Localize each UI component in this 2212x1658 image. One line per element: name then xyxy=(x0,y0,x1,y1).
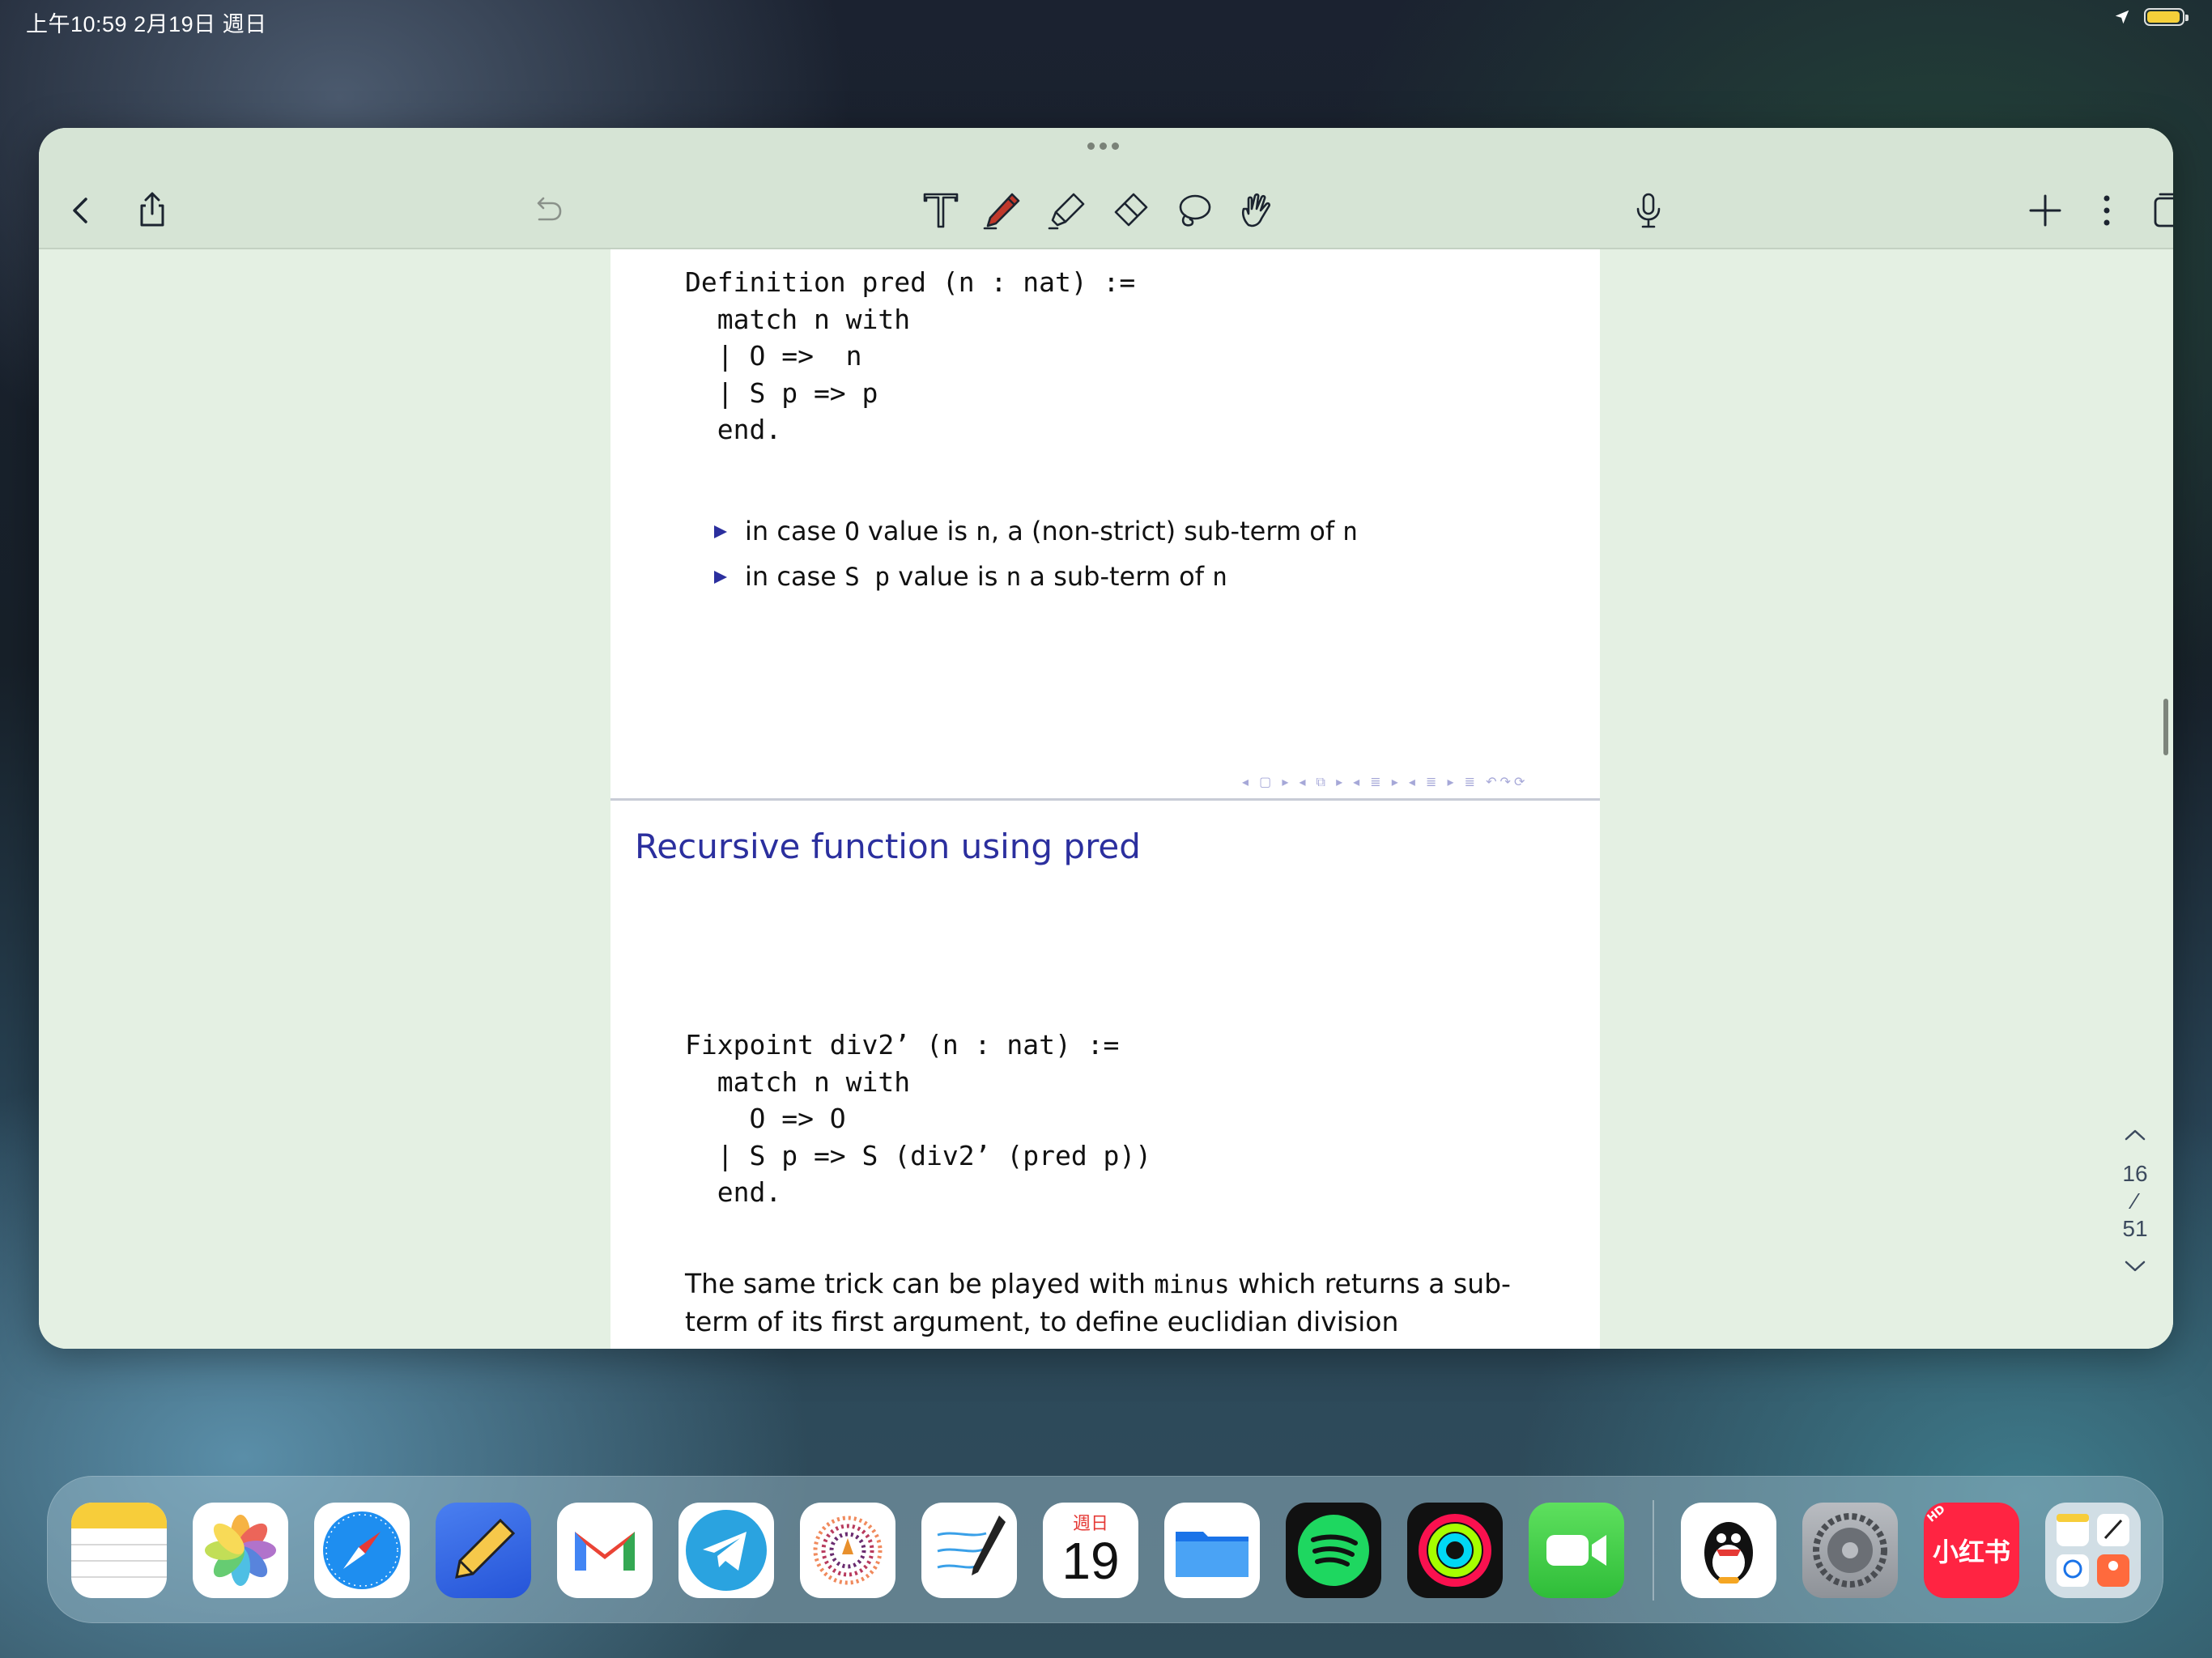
text-tool-icon[interactable] xyxy=(917,186,965,235)
page-navigator: 16 ⁄ 51 xyxy=(2107,1112,2163,1291)
bullet-item: in case S p value is n a sub-term of n xyxy=(714,554,1358,599)
telegram-app-icon[interactable] xyxy=(678,1503,774,1598)
lasso-icon[interactable] xyxy=(1169,186,1218,235)
scrollbar-thumb[interactable] xyxy=(2163,699,2168,755)
microphone-icon[interactable] xyxy=(1624,186,1673,235)
xiaohongshu-label: 小红书 xyxy=(1932,1537,2010,1567)
notes-app-icon[interactable] xyxy=(71,1503,167,1598)
xiaohongshu-app-icon[interactable]: 小红书 HD xyxy=(1924,1503,2019,1598)
code-line: end. xyxy=(685,1176,782,1208)
previous-page-button[interactable] xyxy=(2107,1112,2163,1160)
pdf-page[interactable]: Definition pred (n : nat) := match n wit… xyxy=(610,249,1600,1349)
facetime-app-icon[interactable] xyxy=(1529,1503,1624,1598)
more-icon[interactable] xyxy=(2082,186,2131,235)
qq-app-icon[interactable] xyxy=(1681,1503,1776,1598)
code-line: match n with xyxy=(685,1065,911,1098)
hd-badge: HD xyxy=(1925,1503,1948,1525)
files-app-icon[interactable] xyxy=(1164,1503,1260,1598)
slide-title: Recursive function using pred xyxy=(635,827,1141,866)
div2-fixpoint-code: Fixpoint div2’ (n : nat) := match n with… xyxy=(685,1027,1151,1211)
pred-definition-code: Definition pred (n : nat) := match n wit… xyxy=(685,264,1135,449)
status-indicators xyxy=(2113,8,2189,26)
code-line: | S p => p xyxy=(685,376,878,409)
beamer-navigation-symbols[interactable]: ◂ ▢ ▸ ◂ ⧉ ▸ ◂ ≣ ▸ ◂ ≣ ▸ ≣ ↶↷⟳ xyxy=(1242,774,1528,790)
undo-icon[interactable] xyxy=(523,186,572,235)
pages-icon[interactable] xyxy=(2144,186,2173,235)
code-line: match n with xyxy=(685,303,911,335)
hand-tool-icon[interactable] xyxy=(1232,186,1281,235)
current-page-number: 16 xyxy=(2122,1161,2148,1186)
calendar-app-icon[interactable]: 週日 19 xyxy=(1043,1503,1138,1598)
photos-app-icon[interactable] xyxy=(193,1503,288,1598)
code-line: O => O xyxy=(685,1103,846,1134)
body-paragraph: The same trick can be played with minus … xyxy=(685,1268,1511,1337)
toolbar xyxy=(39,128,2173,249)
location-arrow-icon xyxy=(2115,10,2129,24)
code-line: end. xyxy=(685,414,782,445)
total-page-count: 51 xyxy=(2122,1216,2148,1241)
document-canvas[interactable]: Definition pred (n : nat) := match n wit… xyxy=(39,249,2173,1349)
bullet-item: in case O value is n, a (non-strict) sub… xyxy=(714,508,1358,554)
code-line: Definition pred (n : nat) := xyxy=(685,266,1136,298)
safari-app-icon[interactable] xyxy=(314,1503,410,1598)
status-time-date: 上午10:59 2月19日 週日 xyxy=(26,12,267,36)
eraser-icon[interactable] xyxy=(1106,186,1155,235)
battery-icon xyxy=(2144,8,2189,26)
dock: 週日 19 小红书 HD xyxy=(47,1476,2163,1623)
highlighter-icon[interactable] xyxy=(1043,186,1091,235)
app-library-icon[interactable] xyxy=(2045,1503,2141,1598)
fitness-app-icon[interactable] xyxy=(1407,1503,1503,1598)
code-line: | S p => S (div2’ (pred p)) xyxy=(685,1139,1152,1171)
page-separator: ⁄ xyxy=(2133,1188,2138,1214)
code-line: | O => n xyxy=(685,340,862,372)
creative-app-icon[interactable] xyxy=(800,1503,895,1598)
status-bar: 上午10:59 2月19日 週日 xyxy=(0,0,2212,40)
multitasking-grabber[interactable] xyxy=(1087,142,1119,150)
next-page-button[interactable] xyxy=(2107,1243,2163,1291)
notes-app-window: Definition pred (n : nat) := match n wit… xyxy=(39,128,2173,1349)
back-icon[interactable] xyxy=(57,186,105,235)
freeform-app-icon[interactable] xyxy=(921,1503,1017,1598)
chevron-up-icon xyxy=(2125,1129,2146,1141)
dock-separator xyxy=(1653,1500,1654,1601)
calendar-day: 19 xyxy=(1061,1532,1120,1590)
bullet-list: in case O value is n, a (non-strict) sub… xyxy=(714,508,1358,599)
code-line: Fixpoint div2’ (n : nat) := xyxy=(685,1029,1120,1061)
pencil-app-icon[interactable] xyxy=(436,1503,531,1598)
page-divider xyxy=(610,798,1600,801)
settings-app-icon[interactable] xyxy=(1802,1503,1898,1598)
pen-icon[interactable] xyxy=(978,186,1027,235)
add-icon[interactable] xyxy=(2021,186,2069,235)
spotify-app-icon[interactable] xyxy=(1286,1503,1381,1598)
share-icon[interactable] xyxy=(128,186,177,235)
gmail-app-icon[interactable] xyxy=(557,1503,653,1598)
chevron-down-icon xyxy=(2125,1261,2146,1272)
